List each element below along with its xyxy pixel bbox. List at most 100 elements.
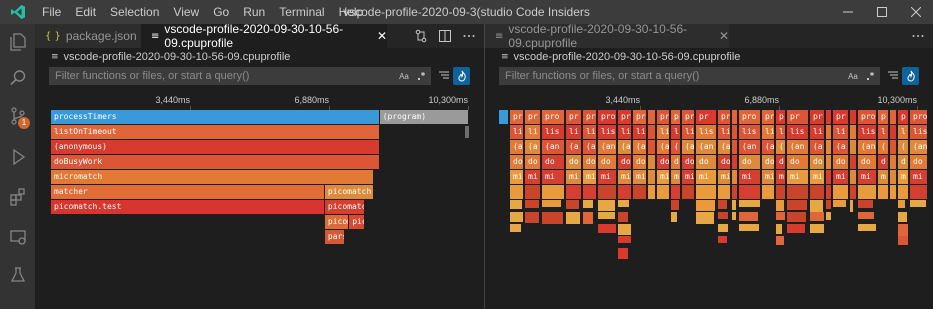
flame-frame[interactable] <box>890 125 897 139</box>
flame-frame[interactable] <box>878 185 889 199</box>
heavy-view-button[interactable] <box>884 67 901 85</box>
flame-frame[interactable] <box>739 185 761 199</box>
flame-frame[interactable]: mi <box>657 170 670 184</box>
flame-frame[interactable] <box>732 170 738 184</box>
flame-frame[interactable]: micromatch <box>51 170 374 184</box>
flame-frame[interactable] <box>718 212 729 219</box>
flame-frame[interactable]: do <box>696 155 717 169</box>
flame-frame[interactable] <box>510 185 524 199</box>
flame-frame[interactable] <box>898 236 909 245</box>
flame-frame[interactable]: pr <box>618 110 632 124</box>
flame-frame[interactable]: do <box>542 155 565 169</box>
flame-frame[interactable] <box>566 185 582 199</box>
flame-frame[interactable] <box>732 125 738 139</box>
menu-edit[interactable]: Edit <box>68 0 103 24</box>
flame-frame[interactable] <box>787 212 807 222</box>
flame-frame[interactable]: picomatch <box>324 200 366 214</box>
flame-frame[interactable]: do <box>739 155 761 169</box>
flame-frame[interactable] <box>890 140 897 154</box>
flame-frame[interactable]: picomatch <box>324 185 374 199</box>
flame-frame[interactable]: ( <box>671 140 681 154</box>
flame-frame[interactable] <box>696 185 717 199</box>
flame-frame[interactable] <box>510 224 522 232</box>
flame-frame[interactable] <box>850 185 857 199</box>
flame-frame[interactable] <box>682 185 695 199</box>
flame-frame[interactable]: mi <box>910 170 928 184</box>
flame-frame[interactable]: lis <box>542 125 565 139</box>
flame-frame[interactable]: li <box>583 125 597 139</box>
flame-frame[interactable] <box>566 212 581 224</box>
breadcrumb[interactable]: ≡ vscode-profile-2020-09-30-10-56-09.cpu… <box>51 50 290 64</box>
menu-view[interactable]: View <box>166 0 206 24</box>
flame-frame[interactable]: li <box>618 125 632 139</box>
flame-frame[interactable] <box>739 200 761 207</box>
flame-frame[interactable]: mi <box>787 170 809 184</box>
match-case-toggle[interactable]: Aa <box>395 67 413 85</box>
flame-frame[interactable] <box>542 212 564 224</box>
flame-frame[interactable]: lis <box>787 125 809 139</box>
flame-frame[interactable] <box>826 185 832 199</box>
flame-graph[interactable]: processTimers (program) listOnTimeout (anon… <box>51 110 469 309</box>
flame-frame[interactable]: do <box>762 155 775 169</box>
flame-frame[interactable]: do <box>510 155 524 169</box>
flame-frame[interactable]: (a <box>510 140 524 154</box>
flame-frame[interactable] <box>826 155 832 169</box>
close-icon[interactable]: ✕ <box>377 29 387 43</box>
flame-frame[interactable]: (a <box>633 140 647 154</box>
flame-frame[interactable]: p <box>776 110 786 124</box>
flame-frame[interactable]: (an <box>910 140 928 154</box>
flame-frame[interactable] <box>618 224 632 235</box>
flame-frame[interactable] <box>510 200 523 209</box>
flame-frame[interactable] <box>525 212 540 223</box>
flame-frame[interactable]: picomatch <box>349 215 366 229</box>
flame-frame[interactable] <box>598 200 616 211</box>
open-changes-button[interactable] <box>412 27 430 45</box>
flame-frame[interactable]: pr <box>657 110 670 124</box>
flame-frame[interactable]: li <box>833 125 849 139</box>
flame-frame[interactable] <box>598 224 617 233</box>
flame-frame[interactable] <box>583 212 594 224</box>
flame-frame[interactable] <box>732 155 738 169</box>
flame-frame[interactable]: mi <box>858 170 877 184</box>
flame-frame[interactable] <box>618 212 629 222</box>
flame-frame[interactable] <box>732 140 738 154</box>
flame-frame[interactable] <box>542 185 565 199</box>
flame-frame[interactable] <box>732 185 738 199</box>
flame-frame[interactable] <box>598 212 616 219</box>
flame-frame[interactable] <box>618 185 632 199</box>
extensions-button[interactable] <box>0 179 35 214</box>
flame-frame[interactable]: mi <box>682 170 695 184</box>
flame-frame[interactable]: d <box>878 155 889 169</box>
flame-frame[interactable]: listOnTimeout <box>51 125 380 139</box>
flame-frame[interactable] <box>776 185 786 199</box>
flame-frame[interactable] <box>718 236 728 243</box>
flame-frame[interactable] <box>826 140 832 154</box>
flame-frame[interactable] <box>762 185 775 199</box>
flame-frame[interactable]: pr <box>718 110 731 124</box>
flame-frame[interactable] <box>850 140 857 154</box>
flame-frame[interactable]: lis <box>598 125 617 139</box>
flame-frame[interactable] <box>898 200 906 208</box>
flame-frame[interactable] <box>898 185 909 199</box>
flame-frame[interactable]: li <box>810 125 825 139</box>
flame-frame[interactable] <box>787 224 806 233</box>
flame-frame[interactable]: do <box>566 155 582 169</box>
flame-frame[interactable] <box>671 200 680 210</box>
flame-frame[interactable]: (anonymous) <box>51 140 380 154</box>
flame-frame[interactable]: m <box>898 170 909 184</box>
menu-selection[interactable]: Selection <box>103 0 166 24</box>
flame-frame[interactable]: do <box>657 155 670 169</box>
flame-frame[interactable] <box>833 200 847 207</box>
flame-frame[interactable] <box>633 185 647 199</box>
flame-frame[interactable] <box>618 200 630 207</box>
flame-frame[interactable] <box>510 212 524 222</box>
flame-frame[interactable] <box>910 185 928 199</box>
flame-frame[interactable]: (an <box>787 140 809 154</box>
flame-frame[interactable] <box>732 212 737 220</box>
flame-frame[interactable]: l <box>671 125 681 139</box>
flame-frame[interactable] <box>810 200 824 212</box>
flame-frame[interactable]: (a <box>583 140 597 154</box>
menu-terminal[interactable]: Terminal <box>272 0 331 24</box>
flame-frame[interactable]: do <box>787 155 809 169</box>
flame-view-button[interactable] <box>453 67 470 85</box>
